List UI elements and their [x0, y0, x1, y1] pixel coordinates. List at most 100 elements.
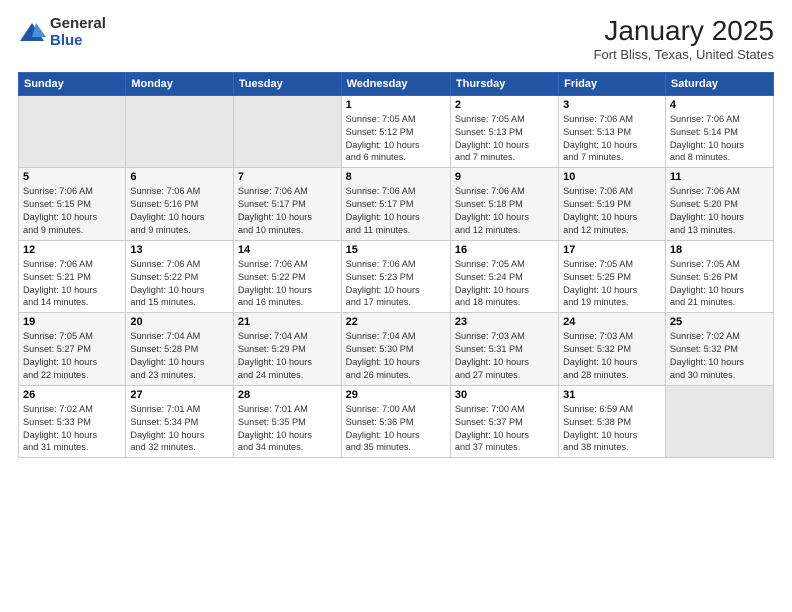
day-number: 5: [23, 171, 121, 183]
table-row: 8 Sunrise: 7:06 AM Sunset: 5:17 PM Daylig…: [341, 168, 450, 241]
day-number: 13: [130, 244, 229, 256]
day-info: Sunrise: 7:00 AM Sunset: 5:37 PM Dayligh…: [455, 403, 554, 455]
day-number: 12: [23, 244, 121, 256]
table-row: 16 Sunrise: 7:05 AM Sunset: 5:24 PM Dayli…: [450, 240, 558, 313]
table-row: 15Sunrise: 7:06 AM Sunset: 5:23 PM Dayli…: [341, 240, 450, 313]
table-row: 29Sunrise: 7:00 AM Sunset: 5:36 PM Dayli…: [341, 385, 450, 458]
day-info: Sunrise: 7:05 AM Sunset: 5:27 PM Dayligh…: [23, 330, 121, 382]
table-row: 22 Sunrise: 7:04 AM Sunset: 5:30 PM Dayli…: [341, 313, 450, 386]
day-number: 17: [563, 244, 661, 256]
table-row: 14 Sunrise: 7:06 AM Sunset: 5:22 PM Dayli…: [233, 240, 341, 313]
calendar-week-row: 12 Sunrise: 7:06 AM Sunset: 5:21 PM Dayli…: [19, 240, 774, 313]
day-number: 9: [455, 171, 554, 183]
table-row: 3 Sunrise: 7:06 AM Sunset: 5:13 PM Daylig…: [559, 95, 666, 168]
subtitle: Fort Bliss, Texas, United States: [594, 47, 774, 62]
day-info: Sunrise: 7:06 AM Sunset: 5:19 PM Dayligh…: [563, 185, 661, 237]
day-info: Sunrise: 7:02 AM Sunset: 5:32 PM Dayligh…: [670, 330, 769, 382]
day-info: Sunrise: 7:06 AM Sunset: 5:13 PM Dayligh…: [563, 113, 661, 165]
calendar-week-row: 19 Sunrise: 7:05 AM Sunset: 5:27 PM Dayli…: [19, 313, 774, 386]
header: General Blue January 2025 Fort Bliss, Te…: [18, 16, 774, 62]
day-number: 24: [563, 316, 661, 328]
day-number: 31: [563, 389, 661, 401]
day-info: Sunrise: 7:03 AM Sunset: 5:32 PM Dayligh…: [563, 330, 661, 382]
day-number: 3: [563, 99, 661, 111]
calendar-week-row: 1 Sunrise: 7:05 AM Sunset: 5:12 PM Daylig…: [19, 95, 774, 168]
day-number: 27: [130, 389, 229, 401]
table-row: 31 Sunrise: 6:59 AM Sunset: 5:38 PM Dayli…: [559, 385, 666, 458]
table-row: 9 Sunrise: 7:06 AM Sunset: 5:18 PM Daylig…: [450, 168, 558, 241]
table-row: 23 Sunrise: 7:03 AM Sunset: 5:31 PM Dayli…: [450, 313, 558, 386]
day-number: 28: [238, 389, 337, 401]
day-number: 20: [130, 316, 229, 328]
day-info: Sunrise: 7:06 AM Sunset: 5:17 PM Dayligh…: [238, 185, 337, 237]
day-info: Sunrise: 7:00 AM Sunset: 5:36 PM Dayligh…: [346, 403, 446, 455]
day-number: 14: [238, 244, 337, 256]
day-info: Sunrise: 7:06 AM Sunset: 5:18 PM Dayligh…: [455, 185, 554, 237]
table-row: 6 Sunrise: 7:06 AM Sunset: 5:16 PM Daylig…: [126, 168, 234, 241]
day-info: Sunrise: 6:59 AM Sunset: 5:38 PM Dayligh…: [563, 403, 661, 455]
table-row: 7 Sunrise: 7:06 AM Sunset: 5:17 PM Daylig…: [233, 168, 341, 241]
day-number: 1: [346, 99, 446, 111]
table-row: 24 Sunrise: 7:03 AM Sunset: 5:32 PM Dayli…: [559, 313, 666, 386]
main-title: January 2025: [594, 16, 774, 47]
day-info: Sunrise: 7:06 AM Sunset: 5:23 PM Dayligh…: [346, 258, 446, 310]
day-number: 16: [455, 244, 554, 256]
day-info: Sunrise: 7:05 AM Sunset: 5:13 PM Dayligh…: [455, 113, 554, 165]
table-row: 13 Sunrise: 7:06 AM Sunset: 5:22 PM Dayli…: [126, 240, 234, 313]
day-info: Sunrise: 7:05 AM Sunset: 5:24 PM Dayligh…: [455, 258, 554, 310]
day-info: Sunrise: 7:06 AM Sunset: 5:22 PM Dayligh…: [130, 258, 229, 310]
page: General Blue January 2025 Fort Bliss, Te…: [0, 0, 792, 612]
day-info: Sunrise: 7:06 AM Sunset: 5:21 PM Dayligh…: [23, 258, 121, 310]
table-row: 12 Sunrise: 7:06 AM Sunset: 5:21 PM Dayli…: [19, 240, 126, 313]
table-row: [665, 385, 773, 458]
day-info: Sunrise: 7:06 AM Sunset: 5:14 PM Dayligh…: [670, 113, 769, 165]
day-info: Sunrise: 7:04 AM Sunset: 5:30 PM Dayligh…: [346, 330, 446, 382]
day-number: 30: [455, 389, 554, 401]
day-number: 11: [670, 171, 769, 183]
day-info: Sunrise: 7:04 AM Sunset: 5:29 PM Dayligh…: [238, 330, 337, 382]
logo: General Blue: [18, 16, 106, 49]
table-row: 26Sunrise: 7:02 AM Sunset: 5:33 PM Dayli…: [19, 385, 126, 458]
table-row: [19, 95, 126, 168]
day-info: Sunrise: 7:06 AM Sunset: 5:17 PM Dayligh…: [346, 185, 446, 237]
header-tuesday: Tuesday: [233, 72, 341, 95]
calendar-week-row: 5Sunrise: 7:06 AM Sunset: 5:15 PM Daylig…: [19, 168, 774, 241]
day-number: 26: [23, 389, 121, 401]
day-number: 22: [346, 316, 446, 328]
day-number: 18: [670, 244, 769, 256]
table-row: 17Sunrise: 7:05 AM Sunset: 5:25 PM Dayli…: [559, 240, 666, 313]
day-number: 4: [670, 99, 769, 111]
header-wednesday: Wednesday: [341, 72, 450, 95]
table-row: 20 Sunrise: 7:04 AM Sunset: 5:28 PM Dayli…: [126, 313, 234, 386]
header-saturday: Saturday: [665, 72, 773, 95]
day-info: Sunrise: 7:04 AM Sunset: 5:28 PM Dayligh…: [130, 330, 229, 382]
table-row: 18 Sunrise: 7:05 AM Sunset: 5:26 PM Dayli…: [665, 240, 773, 313]
table-row: 27Sunrise: 7:01 AM Sunset: 5:34 PM Dayli…: [126, 385, 234, 458]
day-number: 19: [23, 316, 121, 328]
day-info: Sunrise: 7:05 AM Sunset: 5:12 PM Dayligh…: [346, 113, 446, 165]
table-row: [233, 95, 341, 168]
day-info: Sunrise: 7:06 AM Sunset: 5:22 PM Dayligh…: [238, 258, 337, 310]
header-monday: Monday: [126, 72, 234, 95]
day-number: 7: [238, 171, 337, 183]
table-row: 19 Sunrise: 7:05 AM Sunset: 5:27 PM Dayli…: [19, 313, 126, 386]
day-number: 8: [346, 171, 446, 183]
day-info: Sunrise: 7:06 AM Sunset: 5:16 PM Dayligh…: [130, 185, 229, 237]
day-number: 21: [238, 316, 337, 328]
logo-text: General Blue: [50, 16, 106, 49]
calendar-table: Sunday Monday Tuesday Wednesday Thursday…: [18, 72, 774, 459]
day-number: 25: [670, 316, 769, 328]
table-row: 5Sunrise: 7:06 AM Sunset: 5:15 PM Daylig…: [19, 168, 126, 241]
calendar-week-row: 26Sunrise: 7:02 AM Sunset: 5:33 PM Dayli…: [19, 385, 774, 458]
table-row: 25 Sunrise: 7:02 AM Sunset: 5:32 PM Dayli…: [665, 313, 773, 386]
table-row: 1 Sunrise: 7:05 AM Sunset: 5:12 PM Daylig…: [341, 95, 450, 168]
table-row: 4 Sunrise: 7:06 AM Sunset: 5:14 PM Daylig…: [665, 95, 773, 168]
day-number: 23: [455, 316, 554, 328]
day-number: 6: [130, 171, 229, 183]
day-info: Sunrise: 7:05 AM Sunset: 5:26 PM Dayligh…: [670, 258, 769, 310]
table-row: 10Sunrise: 7:06 AM Sunset: 5:19 PM Dayli…: [559, 168, 666, 241]
day-number: 2: [455, 99, 554, 111]
header-friday: Friday: [559, 72, 666, 95]
logo-icon: [18, 19, 46, 47]
day-info: Sunrise: 7:03 AM Sunset: 5:31 PM Dayligh…: [455, 330, 554, 382]
